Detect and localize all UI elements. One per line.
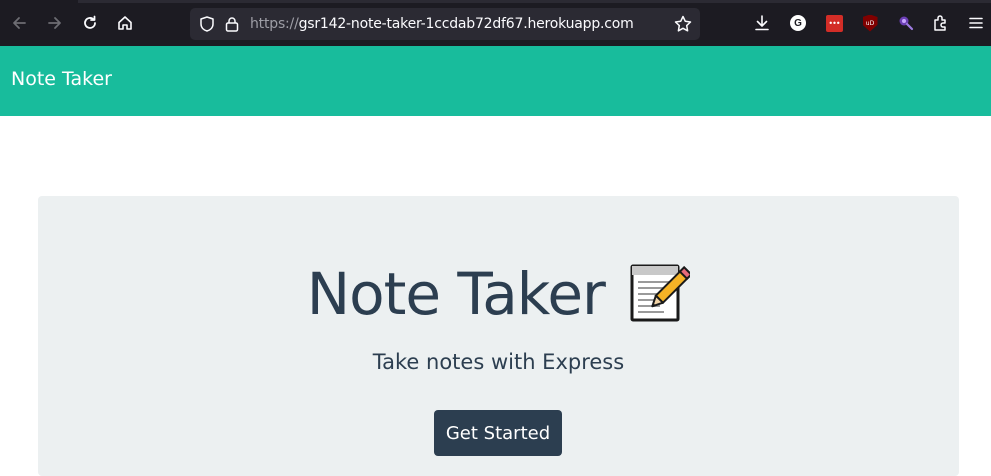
url-host: gsr142-note-taker-1ccdab72df67.herokuapp… bbox=[298, 16, 634, 32]
ublock-label: uD bbox=[865, 19, 875, 27]
home-button[interactable] bbox=[112, 10, 138, 36]
menu-icon bbox=[969, 17, 983, 29]
back-button[interactable] bbox=[6, 10, 32, 36]
forward-icon bbox=[48, 17, 61, 29]
lock-icon[interactable] bbox=[223, 15, 241, 33]
download-icon bbox=[755, 15, 769, 31]
grammarly-extension-icon: G bbox=[790, 15, 806, 31]
url-scheme: https:// bbox=[250, 16, 299, 32]
grammarly-letter: G bbox=[794, 17, 802, 29]
grammarly-extension-button[interactable]: G bbox=[788, 13, 808, 33]
home-icon bbox=[118, 16, 132, 30]
menu-button[interactable] bbox=[966, 13, 986, 33]
lastpass-label: ••• bbox=[828, 18, 840, 28]
shield-icon[interactable] bbox=[198, 15, 216, 33]
navbar: Note Taker bbox=[0, 46, 991, 116]
get-started-button[interactable]: Get Started bbox=[434, 410, 562, 456]
hero-title: Note Taker bbox=[306, 260, 606, 328]
puzzle-extension-icon bbox=[899, 16, 914, 31]
back-icon bbox=[13, 17, 26, 29]
hero-lead: Take notes with Express bbox=[372, 350, 625, 374]
reload-button[interactable] bbox=[77, 10, 103, 36]
active-tab-indicator bbox=[0, 0, 78, 3]
extensions-button[interactable] bbox=[931, 13, 951, 33]
download-button[interactable] bbox=[752, 13, 772, 33]
puzzle-extension-button[interactable] bbox=[896, 13, 916, 33]
hero-title-wrapper: Note Taker bbox=[38, 258, 959, 330]
browser-toolbar: https://gsr142-note-taker-1ccdab72df67.h… bbox=[0, 0, 991, 46]
ublock-extension-button[interactable]: uD bbox=[860, 13, 880, 33]
reload-icon bbox=[84, 15, 96, 29]
memo-icon bbox=[630, 264, 691, 322]
ublock-extension-icon: uD bbox=[862, 14, 878, 32]
lastpass-extension-icon: ••• bbox=[825, 14, 843, 32]
url-text[interactable]: https://gsr142-note-taker-1ccdab72df67.h… bbox=[250, 16, 634, 32]
forward-button[interactable] bbox=[42, 10, 68, 36]
extensions-icon bbox=[934, 15, 946, 31]
lastpass-extension-button[interactable]: ••• bbox=[824, 13, 844, 33]
navbar-brand[interactable]: Note Taker bbox=[11, 68, 112, 90]
url-bar[interactable]: https://gsr142-note-taker-1ccdab72df67.h… bbox=[190, 8, 700, 40]
bookmark-star-icon[interactable] bbox=[673, 14, 693, 34]
jumbotron: Note Taker Take notes with Express Get S… bbox=[38, 196, 959, 476]
tab-strip bbox=[0, 0, 991, 3]
